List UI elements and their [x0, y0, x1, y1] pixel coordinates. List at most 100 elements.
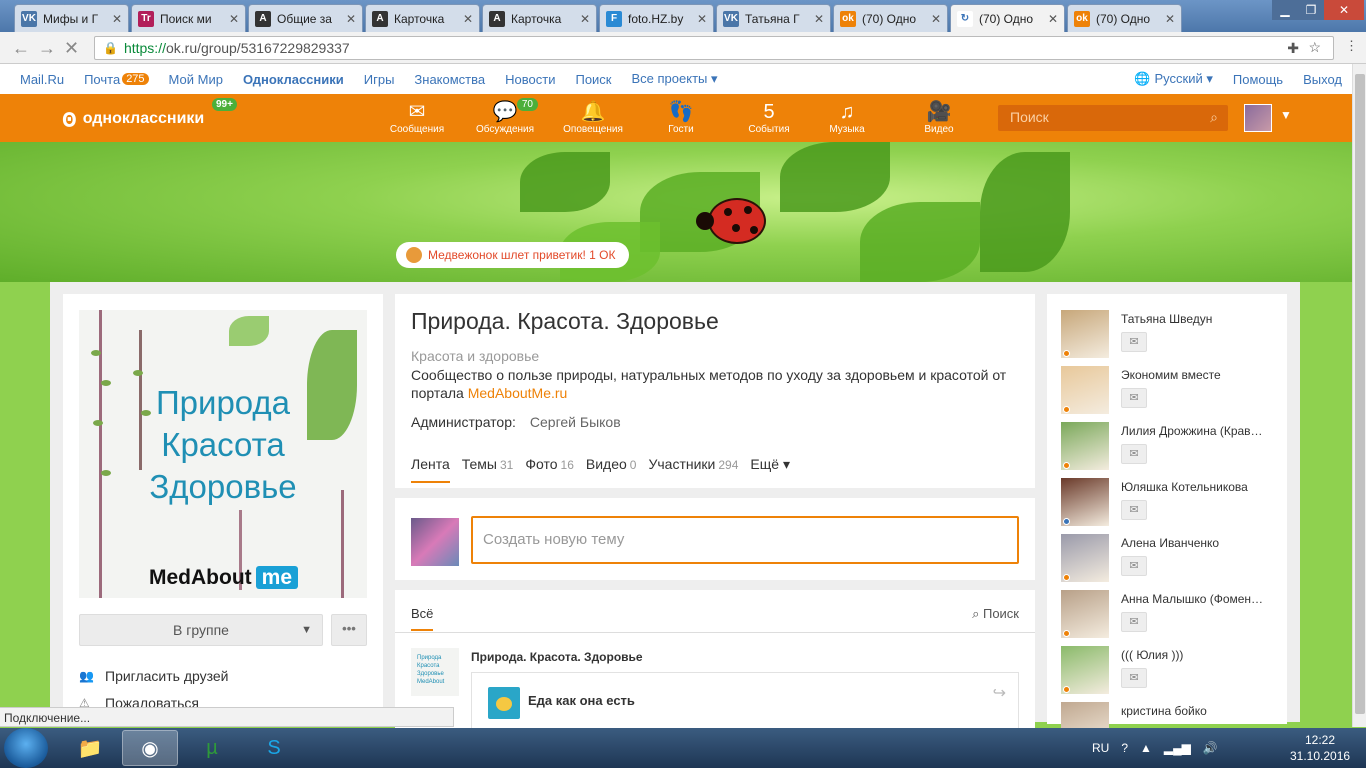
header-nav-footprints[interactable]: 👣 Гости: [646, 100, 716, 135]
message-icon[interactable]: ✉: [1121, 444, 1147, 464]
help-link[interactable]: Помощь: [1233, 71, 1283, 87]
member-name[interactable]: Алена Иванченко: [1121, 536, 1271, 550]
taskbar-chrome-icon[interactable]: ◉: [122, 730, 178, 766]
taskbar-explorer-icon[interactable]: 📁: [62, 730, 118, 766]
feed-search-button[interactable]: ⌕ Поиск: [972, 606, 1019, 622]
member-item[interactable]: Анна Малышко (Фомен… ✉: [1061, 590, 1281, 646]
header-nav-bell[interactable]: 🔔 Оповещения: [558, 100, 628, 135]
close-window-button[interactable]: ✕: [1324, 0, 1364, 20]
topbar-link[interactable]: Мой Мир: [169, 71, 223, 87]
browser-tab[interactable]: ok (70) Одно ✕: [833, 4, 948, 32]
url-input[interactable]: 🔒 https:// ok.ru/group/53167229829337 ✚ …: [94, 36, 1334, 60]
bookmark-star-icon[interactable]: ☆: [1308, 39, 1321, 56]
language-select[interactable]: 🌐 Русский ▾: [1134, 71, 1213, 87]
topbar-link[interactable]: Знакомства: [414, 71, 485, 87]
share-icon[interactable]: ↪: [993, 683, 1006, 703]
group-category[interactable]: Красота и здоровье: [411, 348, 539, 364]
browser-tab[interactable]: ok (70) Одно ✕: [1067, 4, 1182, 32]
header-nav-music[interactable]: ♫ Музыка: [812, 100, 882, 135]
tab-close-icon[interactable]: ✕: [463, 12, 473, 26]
user-avatar-small[interactable]: [411, 518, 459, 566]
post-author[interactable]: Природа. Красота. Здоровье: [471, 650, 643, 664]
group-tab[interactable]: Лента: [411, 456, 450, 487]
ok-logo[interactable]: ꙩ одноклассники 99+: [62, 98, 237, 133]
group-tab[interactable]: Темы 31: [462, 456, 514, 487]
member-item[interactable]: Экономим вместе ✉: [1061, 366, 1281, 422]
post-title[interactable]: Еда как она есть: [528, 693, 635, 708]
volume-icon[interactable]: 🔊: [1203, 741, 1218, 755]
member-name[interactable]: Юляшка Котельникова: [1121, 480, 1271, 494]
member-name[interactable]: кристина бойко: [1121, 704, 1271, 718]
member-item[interactable]: Татьяна Шведун ✉: [1061, 310, 1281, 366]
browser-tab[interactable]: A Карточка ✕: [482, 4, 597, 32]
message-icon[interactable]: ✉: [1121, 332, 1147, 352]
topbar-link[interactable]: Новости: [505, 71, 555, 87]
topbar-link[interactable]: Одноклассники: [243, 71, 344, 87]
browser-tab[interactable]: ↻ (70) Одно ✕: [950, 4, 1065, 32]
network-icon[interactable]: ▂▄▆: [1164, 741, 1191, 755]
search-icon[interactable]: ⌕: [1210, 109, 1218, 126]
post-author-thumbnail[interactable]: Природа Красота Здоровье MedAbout: [411, 648, 459, 696]
header-nav-envelope[interactable]: ✉ Сообщения: [382, 100, 452, 135]
extension-icon[interactable]: ✚: [1287, 40, 1299, 57]
admin-name-link[interactable]: Сергей Быков: [530, 414, 621, 430]
forward-icon[interactable]: →: [38, 38, 56, 59]
header-nav-video[interactable]: 🎥 Видео: [904, 100, 974, 135]
member-name[interactable]: ((( Юлия ))): [1121, 648, 1271, 662]
stop-icon[interactable]: ✕: [64, 38, 79, 59]
tab-close-icon[interactable]: ✕: [346, 12, 356, 26]
member-item[interactable]: ((( Юлия ))) ✉: [1061, 646, 1281, 702]
topbar-link[interactable]: Почта 275: [84, 71, 149, 87]
header-search-input[interactable]: Поиск ⌕: [998, 105, 1228, 131]
browser-tab[interactable]: Ffoto.HZ.by ✕: [599, 4, 714, 32]
membership-button[interactable]: В группе ▼: [79, 614, 323, 646]
topbar-link[interactable]: Mail.Ru: [20, 71, 64, 87]
page-scrollbar[interactable]: [1352, 64, 1366, 727]
invite-friends-link[interactable]: 👥 Пригласить друзей: [79, 668, 229, 684]
message-icon[interactable]: ✉: [1121, 668, 1147, 688]
member-item[interactable]: Лилия Дрожжина (Крав… ✉: [1061, 422, 1281, 478]
menu-icon[interactable]: ⋮: [1345, 38, 1358, 54]
member-item[interactable]: Алена Иванченко ✉: [1061, 534, 1281, 590]
member-name[interactable]: Лилия Дрожжина (Крав…: [1121, 424, 1271, 438]
message-icon[interactable]: ✉: [1121, 556, 1147, 576]
start-button[interactable]: [4, 728, 48, 768]
header-nav-chat[interactable]: 💬 Обсуждения 70: [470, 98, 540, 135]
tab-close-icon[interactable]: ✕: [229, 12, 239, 26]
tab-close-icon[interactable]: ✕: [931, 12, 941, 26]
topbar-link[interactable]: Все проекты ▾: [632, 71, 718, 87]
member-name[interactable]: Анна Малышко (Фомен…: [1121, 592, 1271, 606]
tab-close-icon[interactable]: ✕: [1165, 12, 1175, 26]
member-item[interactable]: Юляшка Котельникова ✉: [1061, 478, 1281, 534]
member-name[interactable]: Татьяна Шведун: [1121, 312, 1271, 326]
message-icon[interactable]: ✉: [1121, 388, 1147, 408]
chevron-down-icon[interactable]: ▼: [1280, 108, 1292, 122]
clock[interactable]: 12:22 31.10.2016: [1290, 732, 1350, 764]
taskbar-utorrent-icon[interactable]: µ: [184, 730, 240, 766]
description-link[interactable]: MedAboutMe.ru: [468, 385, 568, 401]
restore-button[interactable]: ❐: [1298, 0, 1324, 20]
group-tab[interactable]: Фото 16: [525, 456, 574, 487]
browser-tab[interactable]: Tr Поиск ми ✕: [131, 4, 246, 32]
post-box[interactable]: Еда как она есть ↪: [471, 672, 1019, 730]
member-name[interactable]: Экономим вместе: [1121, 368, 1271, 382]
browser-tab[interactable]: A Карточка ✕: [365, 4, 480, 32]
browser-tab[interactable]: VK Татьяна Г ✕: [716, 4, 831, 32]
group-cover-image[interactable]: Природа Красота Здоровье MedAbout me: [79, 310, 367, 598]
back-icon[interactable]: ←: [12, 38, 30, 59]
new-topic-input[interactable]: Создать новую тему: [471, 516, 1019, 564]
scrollbar-thumb[interactable]: [1355, 74, 1365, 714]
browser-tab[interactable]: A Общие за ✕: [248, 4, 363, 32]
language-indicator[interactable]: RU: [1092, 741, 1109, 755]
user-avatar[interactable]: [1244, 104, 1272, 132]
group-tab[interactable]: Ещё ▾: [750, 456, 790, 487]
group-tab[interactable]: Видео 0: [586, 456, 637, 487]
tab-close-icon[interactable]: ✕: [112, 12, 122, 26]
taskbar-skype-icon[interactable]: S: [246, 730, 302, 766]
minimize-button[interactable]: ▁: [1272, 0, 1298, 20]
tab-close-icon[interactable]: ✕: [1048, 12, 1058, 26]
message-icon[interactable]: ✉: [1121, 612, 1147, 632]
group-tab[interactable]: Участники 294: [648, 456, 738, 487]
logout-link[interactable]: Выход: [1303, 71, 1342, 87]
browser-tab[interactable]: VK Мифы и Г ✕: [14, 4, 129, 32]
